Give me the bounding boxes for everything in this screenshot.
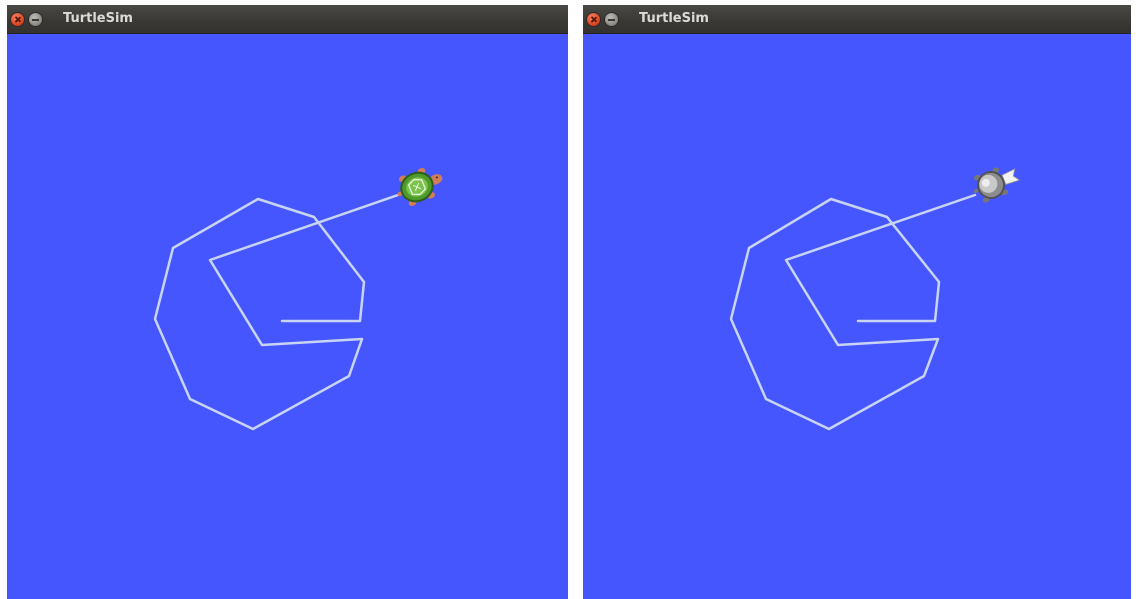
gray-turtle-icon bbox=[973, 167, 1021, 203]
title-bar[interactable]: TurtleSim bbox=[583, 5, 1131, 34]
title-bar[interactable]: TurtleSim bbox=[7, 5, 568, 34]
drawing-area bbox=[153, 168, 443, 431]
minimize-button[interactable] bbox=[29, 13, 42, 26]
turtle-canvas bbox=[7, 34, 568, 599]
green-turtle-icon bbox=[397, 168, 443, 206]
turtlesim-window-right[interactable]: TurtleSim bbox=[583, 5, 1131, 599]
close-button[interactable] bbox=[11, 13, 24, 26]
window-title: TurtleSim bbox=[63, 11, 133, 26]
turtle-canvas bbox=[583, 34, 1131, 599]
window-title: TurtleSim bbox=[639, 11, 709, 26]
turtlesim-window-left[interactable]: TurtleSim bbox=[7, 5, 568, 599]
close-button[interactable] bbox=[587, 13, 600, 26]
pen-trail bbox=[729, 193, 977, 431]
minimize-button[interactable] bbox=[605, 13, 618, 26]
drawing-area bbox=[729, 167, 1021, 431]
pen-trail bbox=[153, 193, 400, 431]
